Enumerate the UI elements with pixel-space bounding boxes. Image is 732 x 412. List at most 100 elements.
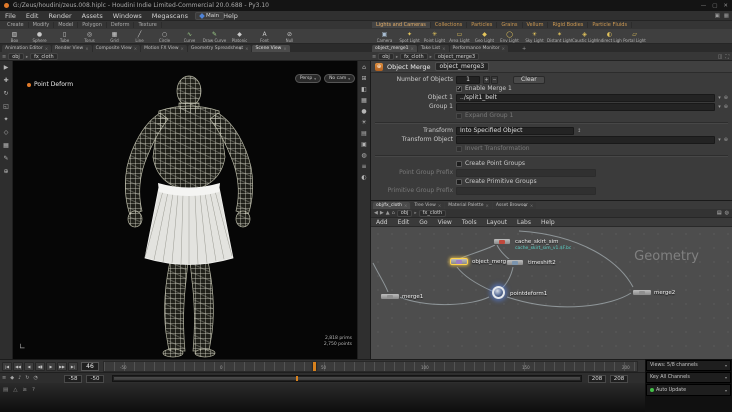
handles-icon[interactable]: ✦ (3, 116, 8, 123)
shelf-tool[interactable]: ▯ Tube (52, 29, 77, 44)
select-geometry-icon[interactable]: ▦ (3, 142, 9, 149)
breadcrumb-fx-cloth[interactable]: fx_cloth (30, 53, 58, 60)
network-menu-item[interactable]: View (433, 219, 457, 226)
warning-icon[interactable]: △ (13, 387, 17, 393)
network-tab[interactable]: Material Palette (445, 202, 492, 209)
shelf-tab[interactable]: Collections (431, 22, 468, 28)
shading-mode-icon[interactable]: ◧ (361, 86, 367, 93)
measure-icon[interactable]: ◐ (361, 174, 366, 181)
shelf-tab[interactable]: Model (54, 22, 79, 28)
network-search-icon[interactable]: ◎ (725, 210, 729, 216)
move-tool-icon[interactable]: ✚ (3, 77, 8, 84)
menu-item[interactable]: Windows (108, 12, 147, 20)
network-node-pointdeform[interactable]: pointdeform1 (492, 286, 547, 299)
new-pane-tab-button[interactable]: + (520, 45, 528, 52)
pane-tab[interactable]: Scene View (252, 45, 290, 52)
network-menu-item[interactable]: Layout (482, 219, 512, 226)
go-end-button[interactable]: ▶| (68, 362, 78, 371)
menu-item[interactable]: Edit (21, 12, 44, 20)
shelf-tool[interactable]: ⊘ Null (277, 29, 302, 44)
add-instance-button[interactable]: + (483, 75, 490, 84)
layout-icon[interactable]: ▦ (724, 13, 729, 19)
shelf-tab[interactable]: Create (3, 22, 29, 28)
nav-forward-icon[interactable]: ▶ (380, 210, 384, 216)
network-canvas[interactable]: Geometry cache_skirt_sim cache_skirt_sim… (371, 227, 732, 360)
shelf-tool[interactable]: ▦ Grid (102, 29, 127, 44)
enable-merge-checkbox[interactable]: ✓ (456, 85, 462, 92)
create-point-groups-checkbox[interactable] (456, 160, 462, 167)
network-menu-item[interactable]: Help (536, 219, 560, 226)
range-current-frame-marker[interactable] (295, 376, 298, 381)
shelf-tab[interactable]: Particle Fluids (588, 22, 633, 28)
home-view-icon[interactable]: ⌂ (362, 64, 366, 71)
network-display-icon[interactable]: ▤ (717, 210, 722, 216)
shelf-tool[interactable]: ○ Circle (152, 29, 177, 44)
new-pane-tab-button[interactable]: + (521, 202, 529, 209)
playhead[interactable] (313, 362, 316, 371)
snap-icon[interactable]: ◇ (4, 129, 9, 136)
pane-tab[interactable]: Composite View (92, 45, 141, 52)
lighting-icon[interactable]: ☀ (361, 119, 366, 126)
remove-instance-button[interactable]: − (491, 75, 498, 84)
pane-tab[interactable]: Animation Editor (2, 45, 52, 52)
network-tab[interactable]: obj/fx_cloth (373, 202, 411, 209)
shelf-tab[interactable]: Modify (29, 22, 55, 28)
camera-dropdown[interactable]: No cam ▾ (324, 74, 355, 83)
shelf-tool[interactable]: ☀ Sky Light (522, 29, 547, 44)
grid-icon[interactable]: ▤ (361, 130, 367, 137)
rotate-tool-icon[interactable]: ↻ (3, 90, 8, 97)
network-menu-item[interactable]: Go (414, 219, 432, 226)
pane-menu-icon[interactable]: ≡ (372, 54, 376, 60)
breadcrumb-fx-cloth[interactable]: fx_cloth (400, 53, 428, 60)
views-dropdown[interactable]: Views: 5/8 channels ▾ (646, 360, 731, 371)
shelf-tab[interactable]: Rigid Bodies (548, 22, 589, 28)
op-chooser-icon[interactable]: ⊕ (724, 104, 728, 110)
playback-range-slider[interactable] (112, 375, 582, 382)
field-menu-icon[interactable]: ▾ (718, 95, 721, 101)
current-frame-field[interactable]: 46 (81, 362, 99, 371)
play-button[interactable]: ▶ (46, 362, 56, 371)
shelf-tool[interactable]: ◈ Caustic Light (572, 29, 597, 44)
python-shell-icon[interactable]: ≥ (22, 387, 27, 393)
shelf-tab[interactable]: Grains (497, 22, 523, 28)
number-of-objects-field[interactable]: 1 (456, 75, 480, 84)
shelf-tool[interactable]: ▱ Portal Light (622, 29, 647, 44)
pane-tab[interactable]: Performance Monitor (449, 45, 508, 52)
group1-field[interactable] (456, 102, 716, 111)
field-menu-icon[interactable]: ▾ (718, 137, 721, 143)
close-button[interactable]: ✕ (723, 3, 728, 9)
network-node[interactable]: merge1 (380, 293, 423, 300)
menu-item[interactable]: Render (43, 12, 76, 20)
pane-tab[interactable]: object_merge1 (372, 45, 417, 52)
network-menu-item[interactable]: Edit (393, 219, 415, 226)
object1-field[interactable]: ../split1_belt (456, 93, 716, 102)
network-node[interactable]: timeshift2 (506, 259, 556, 266)
playback-end-field[interactable]: 208 (588, 374, 606, 383)
new-pane-tab-button[interactable]: + (236, 45, 244, 52)
network-node[interactable]: merge2 (632, 289, 675, 296)
network-breadcrumb-obj[interactable]: obj (396, 209, 413, 217)
shelf-tool[interactable]: ▧ Box (2, 29, 27, 44)
shelf-tab[interactable]: Lights and Cameras (372, 22, 431, 28)
shelf-tool[interactable]: ▭ Area Light (447, 29, 472, 44)
shelf-tool[interactable]: ∿ Curve (177, 29, 202, 44)
network-menu-item[interactable]: Add (371, 219, 393, 226)
shelf-tool[interactable]: ╱ Line (127, 29, 152, 44)
breadcrumb-obj[interactable]: obj (8, 53, 24, 60)
nav-back-icon[interactable]: ◀ (374, 210, 378, 216)
prev-frame-button[interactable]: ◀ (24, 362, 34, 371)
node-name-field[interactable]: object_merge3 (434, 62, 490, 71)
update-mode-dropdown[interactable]: Auto Update ▾ (646, 384, 731, 396)
menu-item[interactable]: File (0, 12, 21, 20)
shelf-tool[interactable]: ◆ Geo Light (472, 29, 497, 44)
shelf-tool[interactable]: ✳ Point Light (422, 29, 447, 44)
play-reverse-button[interactable]: ◀▮ (35, 362, 45, 371)
network-tab[interactable]: Tree View (411, 202, 445, 209)
shelf-tool[interactable]: ◎ Torus (77, 29, 102, 44)
screenshot-icon[interactable]: ▣ (715, 13, 720, 19)
transform-object-field[interactable] (456, 135, 716, 144)
timeline[interactable]: -50 0 50 100 150 200 (103, 361, 638, 372)
prev-key-button[interactable]: ◀◀ (13, 362, 23, 371)
key-channels-dropdown[interactable]: Key All Channels ▾ (646, 372, 731, 383)
network-node[interactable]: object_merge3 (450, 258, 513, 265)
